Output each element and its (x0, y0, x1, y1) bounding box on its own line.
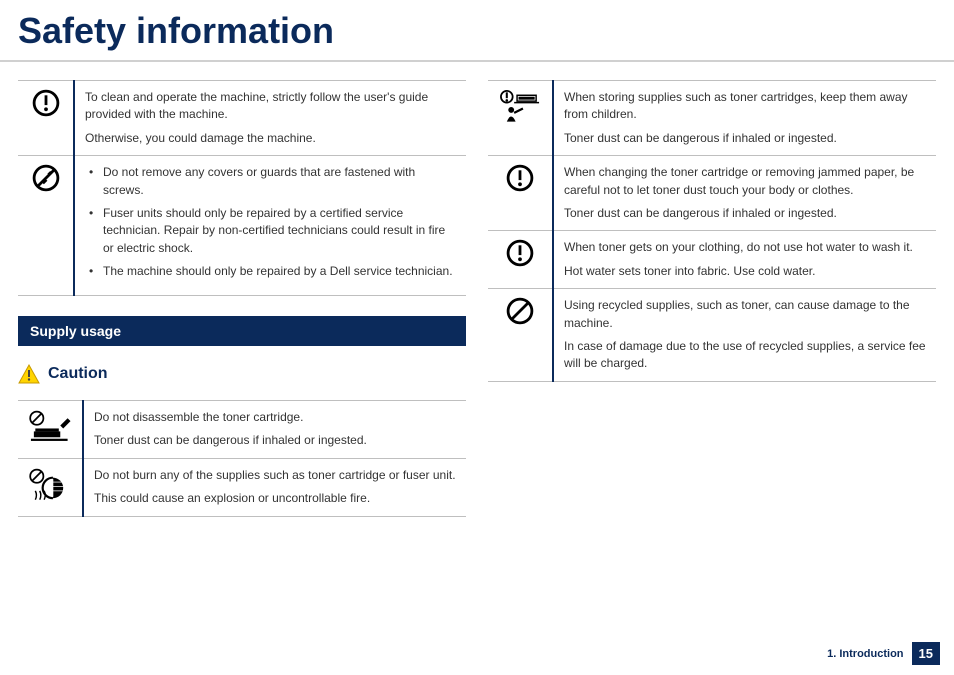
warning-text: Do not burn any of the supplies such as … (83, 458, 466, 516)
caution-label: Caution (48, 365, 108, 383)
text-line: Do not disassemble the toner cartridge. (94, 409, 456, 426)
prohibition-icon (506, 297, 534, 325)
text-line: When changing the toner cartridge or rem… (564, 164, 926, 199)
warning-icon-cell (18, 458, 83, 516)
warning-icon-cell (18, 81, 74, 156)
list-item: Fuser units should only be repaired by a… (89, 205, 456, 257)
text-line: When toner gets on your clothing, do not… (564, 239, 926, 256)
text-line: Toner dust can be dangerous if inhaled o… (94, 432, 456, 449)
right-table: When storing supplies such as toner cart… (488, 80, 936, 382)
content-columns: To clean and operate the machine, strict… (0, 62, 954, 549)
warning-text: Do not remove any covers or guards that … (74, 156, 466, 295)
text-line: When storing supplies such as toner cart… (564, 89, 926, 124)
page-footer: 1. Introduction 15 (827, 642, 940, 665)
warning-icon-cell (488, 289, 553, 382)
mandatory-icon (506, 164, 534, 192)
warning-text: Using recycled supplies, such as toner, … (553, 289, 936, 382)
warning-text: To clean and operate the machine, strict… (74, 81, 466, 156)
table-row: To clean and operate the machine, strict… (18, 81, 466, 156)
text-line: Otherwise, you could damage the machine. (85, 130, 456, 147)
warning-icon-cell (488, 231, 553, 289)
caution-heading: Caution (18, 364, 466, 384)
warning-text: Do not disassemble the toner cartridge. … (83, 400, 466, 458)
no-disassemble-cartridge-icon (28, 409, 72, 445)
text-line: In case of damage due to the use of recy… (564, 338, 926, 373)
text-line: To clean and operate the machine, strict… (85, 89, 456, 124)
warning-icon-cell (488, 156, 553, 231)
warning-icon-cell (18, 400, 83, 458)
text-line: Do not burn any of the supplies such as … (94, 467, 456, 484)
keep-away-children-icon (498, 89, 542, 125)
table-row: Do not remove any covers or guards that … (18, 156, 466, 295)
text-line: Toner dust can be dangerous if inhaled o… (564, 205, 926, 222)
warning-icon-cell (18, 156, 74, 295)
text-line: Toner dust can be dangerous if inhaled o… (564, 130, 926, 147)
upper-table: To clean and operate the machine, strict… (18, 80, 466, 296)
lower-table: Do not disassemble the toner cartridge. … (18, 400, 466, 518)
mandatory-icon (506, 239, 534, 267)
warning-text: When toner gets on your clothing, do not… (553, 231, 936, 289)
table-row: When storing supplies such as toner cart… (488, 81, 936, 156)
warning-text: When storing supplies such as toner cart… (553, 81, 936, 156)
text-line: This could cause an explosion or uncontr… (94, 490, 456, 507)
table-row: Do not disassemble the toner cartridge. … (18, 400, 466, 458)
caution-triangle-icon (18, 364, 40, 384)
table-row: When changing the toner cartridge or rem… (488, 156, 936, 231)
bullet-list: Do not remove any covers or guards that … (85, 164, 456, 280)
list-item: The machine should only be repaired by a… (89, 263, 456, 280)
chapter-label: 1. Introduction (827, 648, 903, 660)
text-line: Hot water sets toner into fabric. Use co… (564, 263, 926, 280)
no-burn-icon (28, 467, 72, 503)
section-supply-usage: Supply usage (18, 316, 466, 346)
right-column: When storing supplies such as toner cart… (488, 80, 936, 531)
page-number: 15 (912, 642, 940, 665)
text-line: Using recycled supplies, such as toner, … (564, 297, 926, 332)
list-item: Do not remove any covers or guards that … (89, 164, 456, 199)
warning-text: When changing the toner cartridge or rem… (553, 156, 936, 231)
table-row: Using recycled supplies, such as toner, … (488, 289, 936, 382)
table-row: When toner gets on your clothing, do not… (488, 231, 936, 289)
left-column: To clean and operate the machine, strict… (18, 80, 466, 531)
do-not-disassemble-icon (32, 164, 60, 192)
page-title: Safety information (0, 0, 954, 62)
warning-icon-cell (488, 81, 553, 156)
mandatory-icon (32, 89, 60, 117)
table-row: Do not burn any of the supplies such as … (18, 458, 466, 516)
